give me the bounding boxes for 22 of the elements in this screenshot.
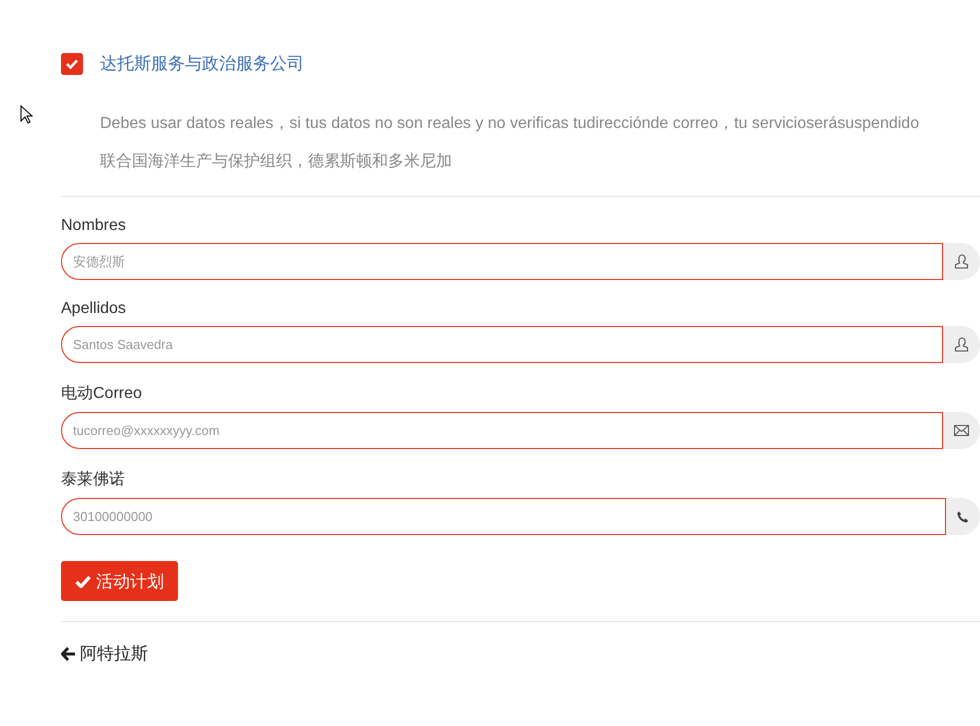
input-field[interactable]: Santos Saavedra	[61, 326, 943, 363]
field-label: Apellidos	[61, 300, 126, 318]
arrow-left-icon	[61, 646, 76, 660]
check-icon	[75, 574, 91, 588]
person-icon	[954, 337, 968, 352]
input-field[interactable]: 30100000000	[61, 498, 946, 535]
input-field[interactable]: tucorreo@xxxxxxyyy.com	[61, 412, 943, 449]
input-field[interactable]: 安德烈斯	[61, 243, 943, 280]
checkbox[interactable]	[61, 52, 83, 74]
phone-icon	[957, 510, 969, 522]
field-label: Nombres	[61, 217, 126, 235]
field-label: 电动Correo	[61, 384, 142, 404]
notice-text: 联合国海洋生产与保护组织，德累斯顿和多米尼加	[100, 152, 453, 172]
back-link[interactable]: 阿特拉斯	[61, 642, 148, 665]
person-icon	[954, 254, 968, 269]
checkbox-label[interactable]: 达托斯服务与政治服务公司	[100, 52, 304, 75]
check-icon	[66, 58, 78, 68]
field-label: 泰莱佛诺	[61, 470, 125, 490]
submit-button[interactable]: 活动计划	[61, 561, 178, 601]
envelope-icon	[954, 425, 969, 436]
notice-text: Debes usar datos reales，si tus datos no son reales y no verificas tudirecciónde correo，tu servicioserásuspendido	[100, 114, 920, 134]
cursor-icon	[20, 105, 33, 124]
